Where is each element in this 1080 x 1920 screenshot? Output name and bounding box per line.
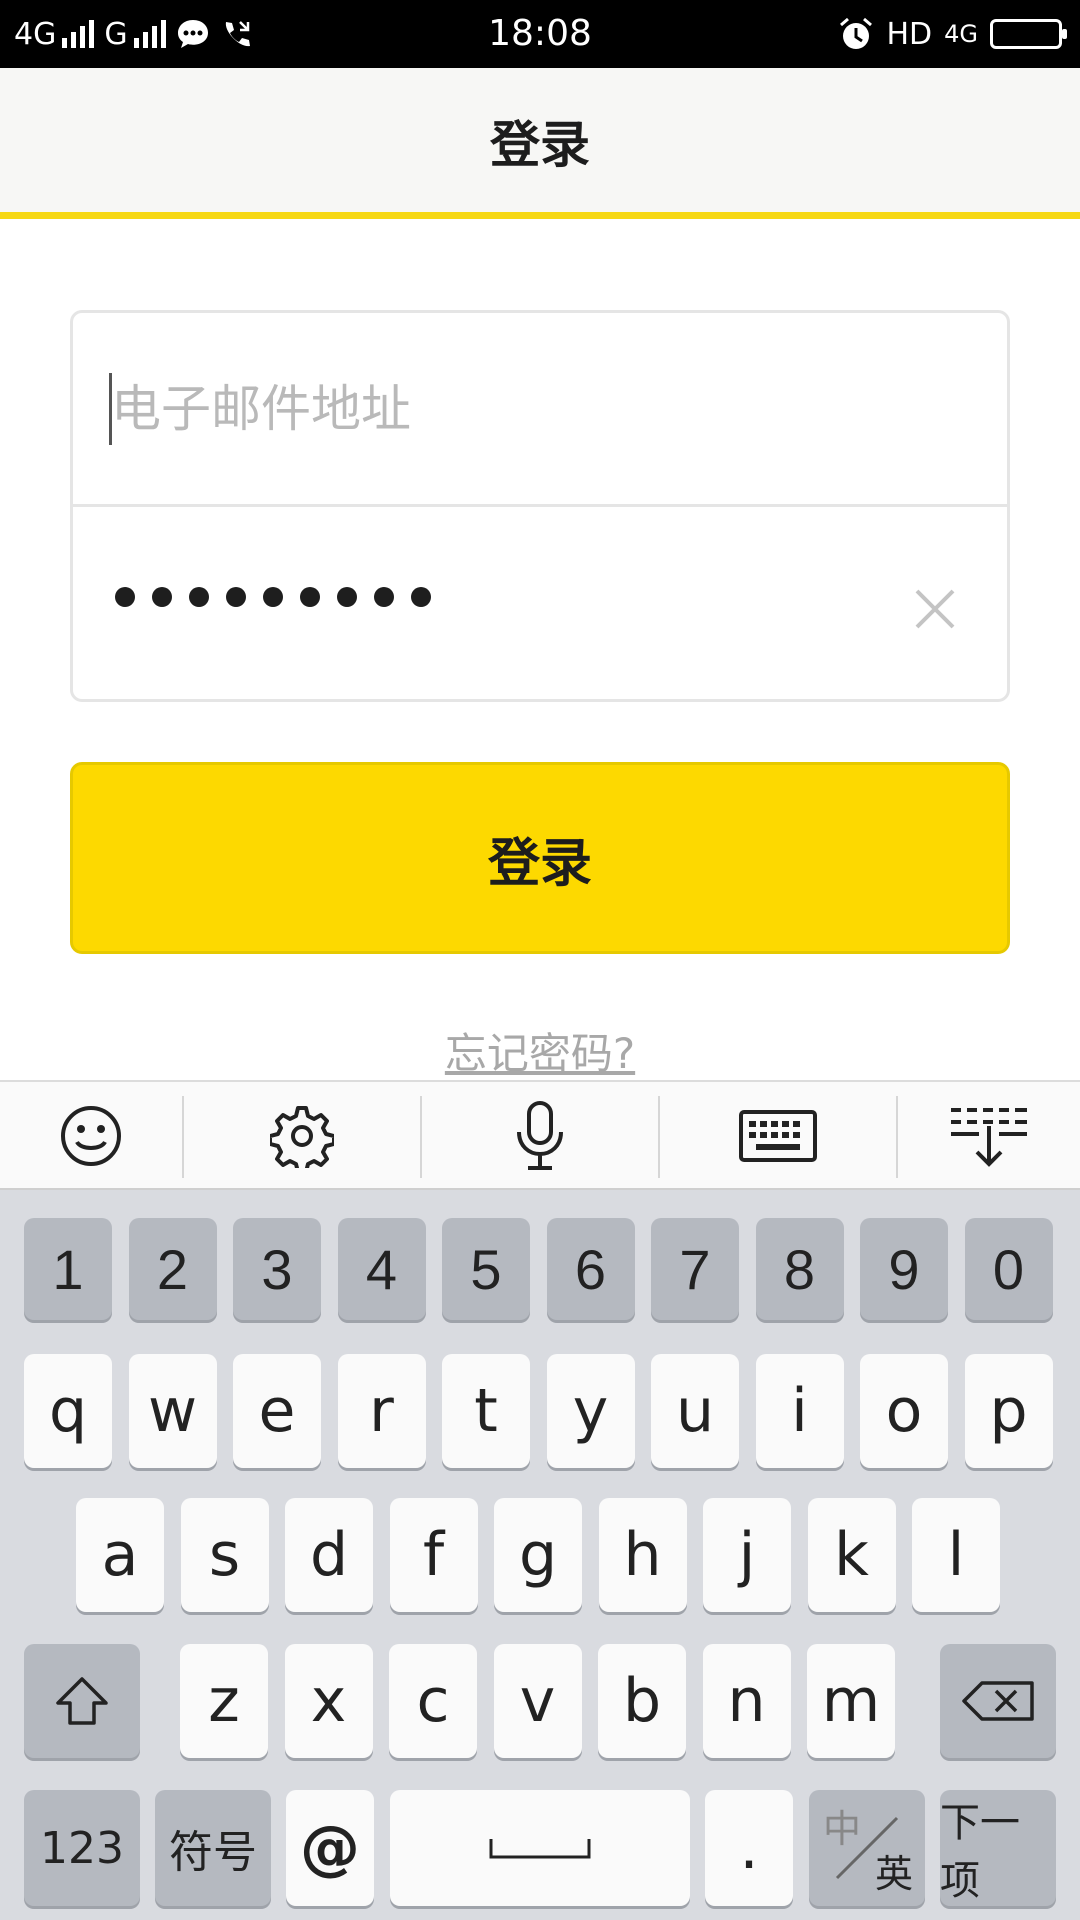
key-b[interactable]: b [598,1644,686,1758]
key-language-switch[interactable]: 中 英 [809,1790,925,1906]
key-m[interactable]: m [807,1644,895,1758]
key-i[interactable]: i [755,1354,844,1468]
key-1[interactable]: 1 [24,1218,112,1320]
key-n[interactable]: n [702,1644,791,1758]
backspace-icon [962,1681,1034,1721]
collapse-keyboard-button[interactable] [898,1082,1080,1190]
key-symbols[interactable]: 符号 [155,1790,271,1906]
key-c[interactable]: c [389,1644,477,1758]
soft-keyboard: 123 符号 @ . 中 英 下一项 1234567890qwertyuiopa… [0,1190,1080,1920]
key-s[interactable]: s [180,1498,269,1612]
key-next[interactable]: 下一项 [940,1790,1056,1906]
key-h[interactable]: h [598,1498,687,1612]
key-v[interactable]: v [493,1644,582,1758]
key-d[interactable]: d [285,1498,373,1612]
password-dot [337,587,357,607]
key-q[interactable]: q [24,1354,112,1468]
battery-icon [990,19,1067,49]
keyboard-icon [739,1110,817,1162]
key-k[interactable]: k [807,1498,896,1612]
key-period[interactable]: . [705,1790,793,1906]
lang-en-label: 英 [874,1852,913,1896]
status-right: HD 4G [838,0,1067,68]
keyboard-switch-button[interactable] [660,1082,896,1190]
key-p[interactable]: p [964,1354,1053,1468]
alarm-icon [840,17,873,49]
key-u[interactable]: u [651,1354,739,1468]
keyboard-toolbar [0,1080,1080,1190]
password-dot [189,587,209,607]
microphone-icon [517,1101,563,1170]
key-l[interactable]: l [912,1498,1000,1612]
password-dot [226,587,246,607]
key-5[interactable]: 5 [442,1218,530,1320]
password-dot [374,587,394,607]
emoji-icon [61,1106,121,1166]
login-button[interactable]: 登录 [70,762,1010,954]
forgot-password-link[interactable]: 忘记密码? [0,1020,1080,1081]
login-form: 电子邮件地址 [70,310,1010,702]
voice-input-button[interactable] [422,1082,658,1190]
key-4[interactable]: 4 [337,1218,426,1320]
key-z[interactable]: z [180,1644,268,1758]
shift-icon [56,1677,108,1725]
key-r[interactable]: r [337,1354,426,1468]
hd-indicator: HD [886,16,933,52]
key-y[interactable]: y [546,1354,635,1468]
key-f[interactable]: f [389,1498,478,1612]
password-dot [115,587,135,607]
password-mask [115,587,431,607]
password-dot [300,587,320,607]
password-dot [152,587,172,607]
key-shift[interactable] [24,1644,140,1758]
key-t[interactable]: t [442,1354,530,1468]
key-8[interactable]: 8 [755,1218,844,1320]
emoji-button[interactable] [0,1082,182,1190]
key-a[interactable]: a [76,1498,164,1612]
key-g[interactable]: g [494,1498,582,1612]
space-icon [489,1839,591,1859]
settings-icon [270,1106,334,1168]
settings-button[interactable] [184,1082,420,1190]
email-placeholder: 电子邮件地址 [111,380,411,438]
key-e[interactable]: e [233,1354,321,1468]
collapse-keyboard-icon [951,1108,1027,1167]
key-space[interactable] [390,1790,690,1906]
key-3[interactable]: 3 [233,1218,321,1320]
key-6[interactable]: 6 [546,1218,635,1320]
key-7[interactable]: 7 [651,1218,739,1320]
key-at[interactable]: @ [286,1790,374,1906]
header-accent-line [0,212,1080,219]
password-field[interactable] [73,507,1007,701]
key-backspace[interactable] [940,1644,1056,1758]
key-9[interactable]: 9 [860,1218,948,1320]
email-field[interactable]: 电子邮件地址 [73,313,1007,507]
key-j[interactable]: j [703,1498,791,1612]
key-123[interactable]: 123 [24,1790,140,1906]
password-dot [411,587,431,607]
page-title: 登录 [490,116,590,174]
key-2[interactable]: 2 [128,1218,217,1320]
key-0[interactable]: 0 [964,1218,1053,1320]
clear-password-icon[interactable] [911,585,959,633]
app-header: 登录 [0,68,1080,214]
network-type-right: 4G [944,20,978,48]
key-w[interactable]: w [128,1354,217,1468]
status-bar: 4G G 18:08 HD 4G [0,0,1080,68]
password-dot [263,587,283,607]
key-x[interactable]: x [284,1644,373,1758]
key-o[interactable]: o [860,1354,948,1468]
